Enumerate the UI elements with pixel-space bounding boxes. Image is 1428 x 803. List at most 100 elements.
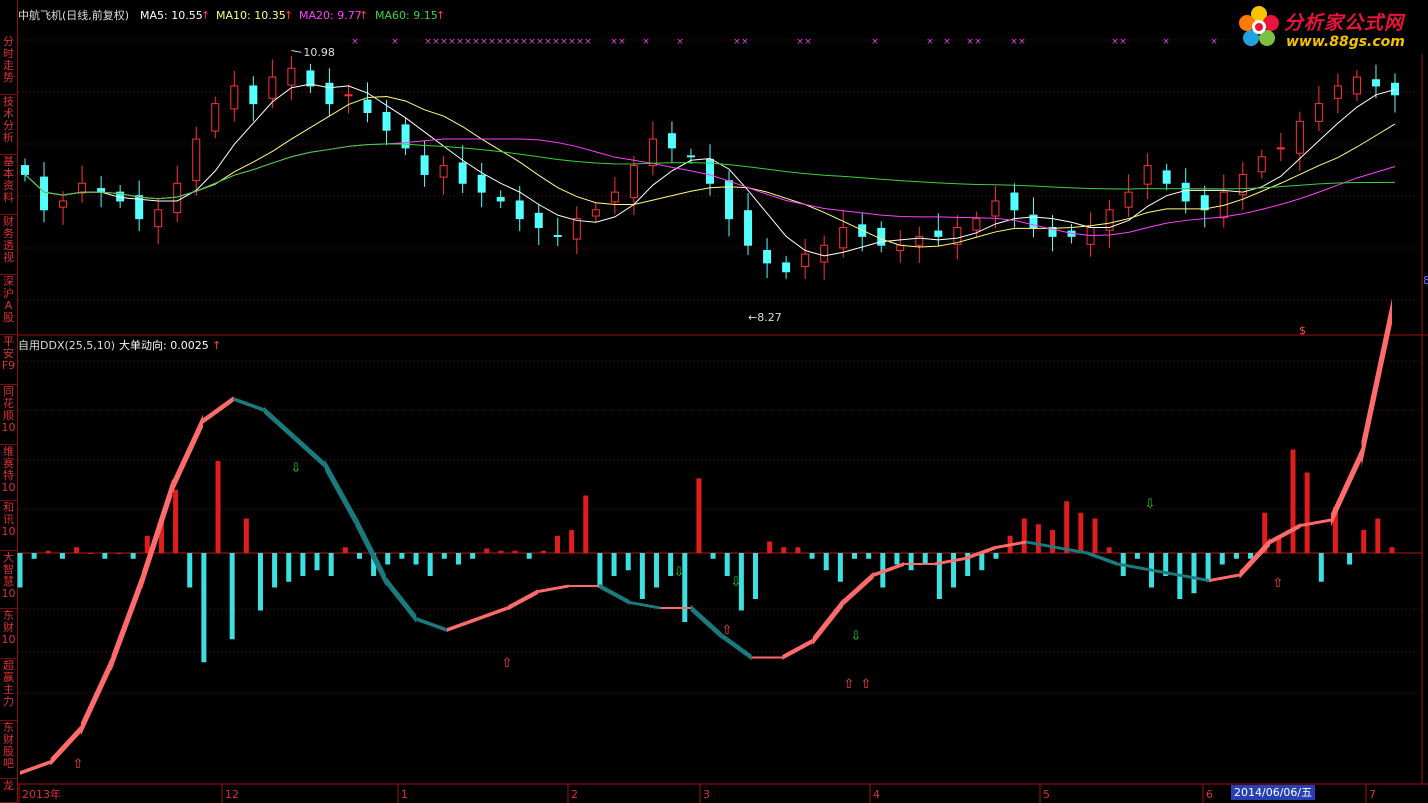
candle-body[interactable] (610, 191, 619, 203)
ddx-bar[interactable] (1064, 501, 1070, 553)
ddx-bar[interactable] (300, 553, 306, 576)
ddx-bar[interactable] (1191, 553, 1197, 594)
ddx-bar[interactable] (173, 489, 179, 553)
ddx-bar[interactable] (498, 550, 504, 553)
candle-body[interactable] (40, 176, 49, 211)
ddx-bar[interactable] (908, 553, 914, 571)
ddx-bar[interactable] (484, 548, 490, 553)
candle-body[interactable] (1181, 182, 1190, 202)
ddx-bar[interactable] (356, 553, 362, 559)
ddx-bar[interactable] (526, 553, 532, 559)
ddx-bar[interactable] (753, 553, 759, 599)
ddx-bar[interactable] (710, 553, 716, 559)
ddx-bar[interactable] (625, 553, 631, 571)
candle-body[interactable] (1257, 156, 1266, 173)
ddx-bar[interactable] (314, 553, 320, 571)
ddx-bar[interactable] (922, 553, 928, 565)
candle-body[interactable] (1010, 192, 1019, 211)
ddx-bar[interactable] (1092, 518, 1098, 554)
candle-body[interactable] (458, 162, 467, 184)
ddx-bar[interactable] (45, 550, 51, 553)
candle-body[interactable] (820, 244, 829, 263)
candle-body[interactable] (1391, 82, 1399, 96)
ddx-bar[interactable] (1233, 553, 1239, 559)
ddx-bar[interactable] (554, 535, 560, 553)
ddx-bar[interactable] (1078, 512, 1084, 553)
candle-body[interactable] (534, 212, 543, 229)
candle-body[interactable] (154, 209, 163, 228)
candle-body[interactable] (496, 196, 505, 202)
candle-body[interactable] (344, 94, 353, 97)
candle-body[interactable] (1276, 147, 1285, 150)
ddx-bar[interactable] (427, 553, 433, 576)
ddx-bar[interactable] (653, 553, 659, 588)
candle-body[interactable] (363, 99, 372, 113)
candle-body[interactable] (763, 250, 772, 264)
ddx-bar[interactable] (31, 553, 37, 559)
ddx-bar[interactable] (201, 553, 207, 663)
ddx-bar[interactable] (1021, 518, 1027, 554)
ddx-bar[interactable] (441, 553, 447, 559)
candle-body[interactable] (515, 200, 524, 220)
candle-body[interactable] (839, 227, 848, 249)
ddx-bar[interactable] (1389, 547, 1395, 553)
ddx-bar[interactable] (1361, 530, 1367, 553)
candle-body[interactable] (972, 218, 981, 231)
ddx-bar[interactable] (569, 530, 575, 553)
candle-body[interactable] (686, 155, 695, 158)
candle-body[interactable] (249, 85, 258, 105)
ddx-bar[interactable] (979, 553, 985, 571)
ddx-bar[interactable] (668, 553, 674, 576)
candle-body[interactable] (934, 230, 943, 237)
ddx-bar[interactable] (116, 553, 122, 554)
candle-body[interactable] (553, 234, 562, 237)
ddx-bar[interactable] (229, 553, 235, 640)
ddx-bar[interactable] (852, 553, 858, 559)
ddx-bar[interactable] (597, 553, 603, 588)
ddx-bar[interactable] (1219, 553, 1225, 565)
candle-body[interactable] (667, 133, 676, 149)
ddx-bar[interactable] (328, 553, 334, 576)
ddx-bar[interactable] (837, 553, 843, 582)
candle-body[interactable] (230, 85, 239, 110)
candle-body[interactable] (572, 218, 581, 240)
ddx-bar[interactable] (540, 550, 546, 553)
ddx-bar[interactable] (951, 553, 957, 588)
ddx-bar[interactable] (413, 553, 419, 565)
ddx-bar[interactable] (342, 547, 348, 553)
candle-body[interactable] (1143, 165, 1152, 185)
ddx-bar[interactable] (583, 495, 589, 554)
candle-body[interactable] (629, 165, 638, 198)
candle-body[interactable] (382, 111, 391, 131)
candle-body[interactable] (287, 67, 296, 86)
candle-body[interactable] (1371, 79, 1380, 87)
ddx-bar[interactable] (781, 547, 787, 553)
chart-area[interactable]: 10.98←8.278$× × × × × × × × × × × × × × × × × × × × × × × × × × × ×… (0, 0, 1428, 803)
candle-body[interactable] (1295, 120, 1304, 154)
ddx-bar[interactable] (1375, 518, 1381, 554)
ddx-bar[interactable] (385, 553, 391, 565)
candle-body[interactable] (1162, 170, 1171, 184)
ddx-bar[interactable] (215, 461, 221, 553)
ddx-bar[interactable] (1290, 449, 1296, 554)
ddx-bar[interactable] (894, 553, 900, 565)
candle-body[interactable] (782, 262, 791, 273)
ddx-bar[interactable] (639, 553, 645, 599)
ddx-bar[interactable] (1347, 553, 1353, 565)
ddx-bar[interactable] (795, 547, 801, 553)
ddx-bar[interactable] (130, 553, 136, 559)
ddx-bar[interactable] (102, 553, 108, 559)
candle-body[interactable] (477, 174, 486, 193)
candle-body[interactable] (1124, 191, 1133, 208)
ddx-bar[interactable] (470, 553, 476, 559)
ddx-bar[interactable] (682, 553, 688, 622)
ddx-bar[interactable] (1318, 553, 1324, 582)
candle-body[interactable] (1352, 76, 1361, 95)
candle-body[interactable] (325, 82, 334, 105)
candle-body[interactable] (211, 103, 220, 132)
ddx-bar[interactable] (88, 553, 94, 554)
candle-body[interactable] (1333, 85, 1342, 99)
candle-body[interactable] (648, 138, 657, 167)
ddx-bar[interactable] (1106, 547, 1112, 553)
ddx-bar[interactable] (286, 553, 292, 582)
